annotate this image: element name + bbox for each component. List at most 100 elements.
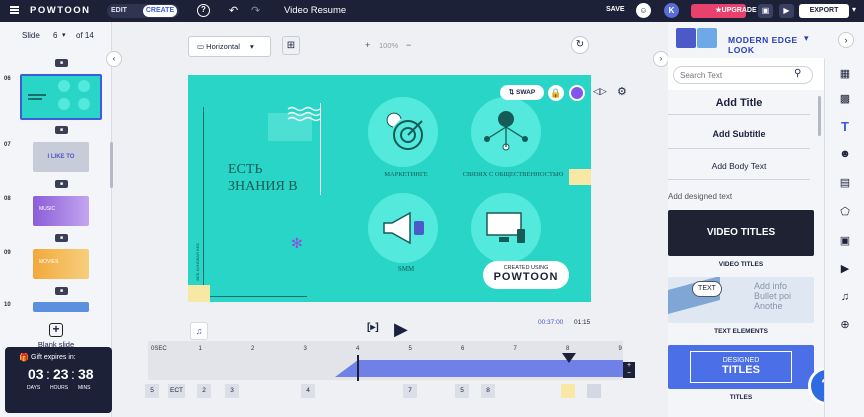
play-button-icon[interactable]: ▶ [394, 319, 408, 340]
redo-icon[interactable]: ↷ [251, 4, 260, 17]
add-body-text-button[interactable]: Add Body Text [668, 161, 810, 171]
timeline-element-chip[interactable]: 5 [145, 384, 159, 398]
pr-label: СВЯЗЯХ С ОБЩЕСТВЕННОСТЬЮ [462, 171, 564, 178]
look-name[interactable]: MODERN EDGE LOOK [728, 35, 824, 55]
timeline-element-chip[interactable]: ECT [168, 384, 185, 398]
slide-preview-graphic [28, 80, 90, 110]
timeline-ruler: 0SEC 1 2 3 4 5 6 7 8 9 [148, 346, 623, 360]
swap-button[interactable]: ⇅ SWAP [500, 85, 544, 100]
blank-slide-button[interactable]: + Blank slide [0, 323, 112, 349]
play-preview-icon[interactable]: ▶ [779, 4, 794, 18]
zoom-in-icon[interactable]: + [365, 40, 370, 50]
props-icon[interactable]: ▤ [837, 176, 853, 190]
headline-line-2: ЗНАНИЯ В [228, 179, 298, 194]
timeline-element-chip[interactable]: 5 [455, 384, 469, 398]
add-title-button[interactable]: Add Title [668, 97, 810, 109]
export-button[interactable]: EXPORT [799, 4, 849, 18]
created-using-powtoon-badge[interactable]: CREATED USING POWTOON [483, 261, 569, 289]
project-title[interactable]: Video Resume [284, 5, 346, 16]
more-tools-icon[interactable]: ⊕ [837, 318, 853, 332]
camera-icon[interactable]: ■ [55, 59, 68, 67]
toolbar-top: › [824, 22, 864, 59]
chevron-right-icon[interactable]: › [653, 51, 669, 67]
search-input[interactable] [673, 66, 813, 84]
camera-icon[interactable]: ■ [55, 180, 68, 188]
mode-toggle[interactable]: EDIT CREATE [107, 4, 179, 18]
headline-text[interactable]: ЕСТЬ ЗНАНИЯ В [228, 161, 298, 195]
chevron-left-icon[interactable]: ‹ [106, 51, 122, 67]
magic-refresh-icon[interactable]: ↻ [571, 36, 589, 54]
scrollbar[interactable] [818, 96, 821, 136]
slide-stage[interactable]: ЕСТЬ ЗНАНИЯ В ВЕБ-КИНОВАЯ ВЕБ МАРКЕТИНГЕ … [188, 75, 591, 302]
element-thumbnail[interactable] [561, 384, 575, 398]
look-thumbnail[interactable] [676, 28, 696, 48]
titles-card[interactable]: DESIGNED TITLES [668, 345, 814, 389]
text-tool-icon[interactable]: T [837, 119, 853, 134]
zoom-out-icon[interactable]: − [406, 40, 411, 50]
flip-icon[interactable]: ◁▷ [593, 86, 607, 97]
settings-gear-icon[interactable]: ⚙ [617, 85, 627, 98]
slide-thumbnail-09[interactable]: MOVIES [33, 249, 89, 279]
timeline-zoom-controls[interactable]: + − [623, 362, 635, 378]
timeline-element-chip[interactable]: 2 [197, 384, 211, 398]
slide-thumbnail-07[interactable]: I LIKE TO [33, 142, 89, 172]
pr-circle[interactable] [471, 97, 541, 167]
timeline-element-chip[interactable]: 7 [403, 384, 417, 398]
video-icon[interactable]: ▶ [837, 262, 853, 276]
chevron-right-icon[interactable]: › [838, 32, 854, 48]
powtoon-logo[interactable]: POWTOON [30, 5, 90, 16]
shapes-icon[interactable]: ⬠ [837, 205, 853, 219]
chevron-down-icon[interactable]: ▾ [804, 33, 809, 44]
record-icon[interactable]: ▣ [758, 4, 773, 18]
marketing-circle[interactable] [368, 97, 438, 167]
slide-duration-bar[interactable] [358, 360, 623, 377]
look-thumbnail[interactable] [697, 28, 717, 48]
slide-thumbnail-08[interactable]: MUSIC [33, 196, 89, 226]
slide-thumbnail-10[interactable] [33, 302, 89, 312]
element-thumbnail[interactable] [587, 384, 601, 398]
web-circle[interactable] [471, 193, 541, 263]
video-titles-card[interactable]: VIDEO TITLES [668, 210, 814, 256]
timeline-element-chip[interactable]: 3 [225, 384, 239, 398]
camera-icon[interactable]: ■ [55, 287, 68, 295]
mins-label: MINS [78, 385, 91, 391]
help-icon[interactable]: ? [197, 4, 210, 17]
layout-icon[interactable]: ▦ [837, 67, 853, 81]
smm-circle[interactable] [368, 193, 438, 263]
orientation-dropdown[interactable]: ▭ Horizontal ▾ [188, 36, 271, 57]
timeline-tick-label: 3 [303, 346, 307, 352]
gift-timer[interactable]: 🎁 Gift expires in: 03 : 23 : 38 DAYS HOU… [5, 347, 112, 413]
share-user-icon[interactable]: ☺ [636, 3, 651, 18]
image-icon[interactable]: ▣ [837, 234, 853, 248]
edit-mode-button[interactable]: EDIT [111, 7, 127, 14]
lock-icon[interactable]: 🔒 [548, 85, 564, 101]
slide-thumbnail-06[interactable] [20, 74, 102, 120]
undo-icon[interactable]: ↶ [229, 4, 238, 17]
timeline-element-chip[interactable]: 8 [481, 384, 495, 398]
playhead[interactable] [357, 355, 359, 381]
chevron-down-icon[interactable]: ▾ [62, 31, 66, 39]
grid-icon[interactable]: ⊞ [282, 36, 300, 55]
plus-icon: + [49, 323, 63, 337]
save-button[interactable]: SAVE [606, 6, 625, 13]
background-pattern-icon[interactable]: ▩ [837, 92, 853, 106]
add-subtitle-button[interactable]: Add Subtitle [668, 129, 810, 139]
camera-icon[interactable]: ■ [55, 234, 68, 242]
user-avatar[interactable]: K [664, 3, 679, 18]
export-dropdown-icon[interactable]: ▾ [852, 5, 856, 14]
search-icon[interactable]: ⚲ [794, 68, 801, 79]
slide-number-dropdown[interactable]: 6 [53, 31, 57, 40]
music-note-icon[interactable]: ♫ [190, 322, 208, 340]
timeline-element-chip[interactable]: 4 [301, 384, 315, 398]
end-marker-icon[interactable] [562, 353, 576, 363]
play-range-icon[interactable]: [▸] [367, 322, 379, 333]
camera-icon[interactable]: ■ [55, 126, 68, 134]
upgrade-button[interactable]: ★ UPGRADE [691, 4, 757, 18]
menu-icon[interactable] [10, 6, 19, 8]
color-picker-icon[interactable] [569, 85, 585, 101]
characters-icon[interactable]: ☻ [837, 148, 853, 162]
music-icon[interactable]: ♫ [837, 291, 853, 305]
create-mode-button[interactable]: CREATE [143, 5, 177, 17]
text-elements-card[interactable]: TEXT Add info Bullet poi Anothe [668, 277, 814, 323]
element-toolbar: ▦ ▩ T ☻ ▤ ⬠ ▣ ▶ ♫ ⊕ [824, 59, 864, 417]
